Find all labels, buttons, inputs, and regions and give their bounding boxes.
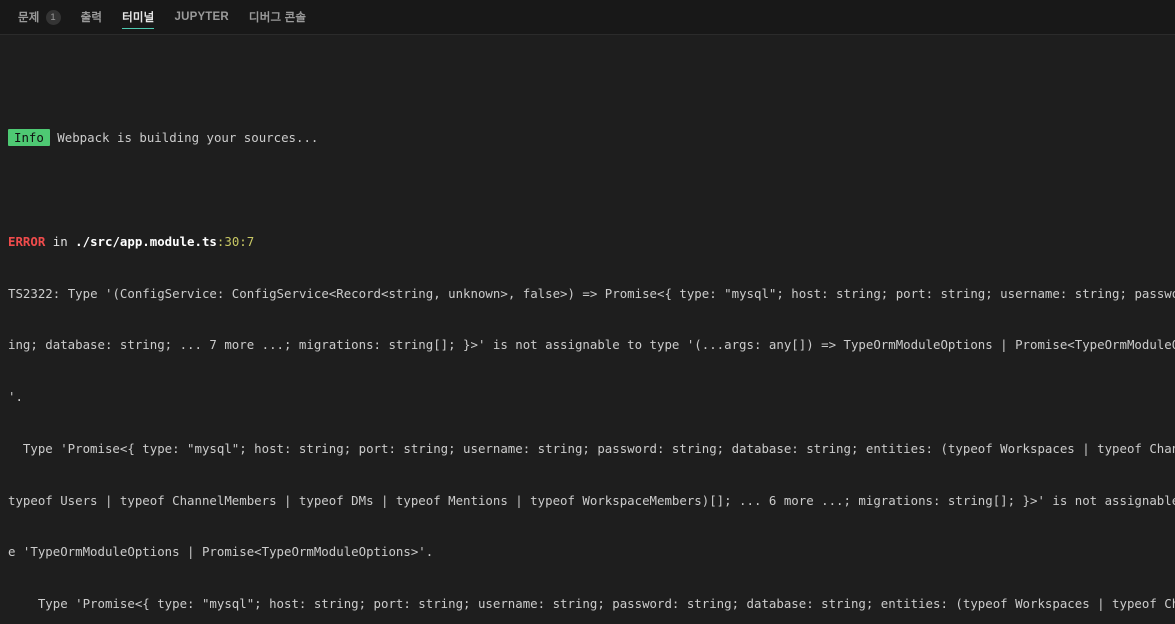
tab-output-label: 출력 bbox=[80, 12, 103, 24]
tab-jupyter-label: JUPYTER bbox=[174, 11, 229, 23]
diagnostic-text: Type '(ConfigService: ConfigService<Reco… bbox=[67, 285, 1175, 301]
tab-terminal-label: 터미널 bbox=[122, 12, 155, 24]
tab-debug-console-label: 디버그 콘솔 bbox=[248, 12, 307, 24]
active-tab-underline bbox=[122, 27, 155, 29]
nested-type-1-line-1: Type 'Promise<{ type: "mysql"; host: str… bbox=[8, 440, 1175, 456]
error-header-line: ERROR in ./src/app.module.ts:30:7 bbox=[8, 233, 1175, 250]
nested-type-2-line-1: Type 'Promise<{ type: "mysql"; host: str… bbox=[8, 596, 1175, 611]
info-line: Info Webpack is building your sources... bbox=[8, 129, 1175, 147]
info-text: Webpack is building your sources... bbox=[49, 130, 319, 146]
tab-jupyter[interactable]: JUPYTER bbox=[164, 0, 238, 34]
tab-output[interactable]: 출력 bbox=[71, 0, 113, 34]
diagnostic-line-3: '. bbox=[8, 389, 23, 404]
tab-debug-console[interactable]: 디버그 콘솔 bbox=[239, 0, 316, 34]
tab-problems-label: 문제 bbox=[18, 12, 40, 24]
diagnostic-line-1: TS2322: Type '(ConfigService: ConfigServ… bbox=[8, 285, 1175, 302]
nested-type-1-line-3: e 'TypeOrmModuleOptions | Promise<TypeOr… bbox=[8, 544, 434, 560]
nested-type-1-line-2: typeof Users | typeof ChannelMembers | t… bbox=[8, 492, 1175, 508]
problems-count-badge: 1 bbox=[45, 9, 61, 25]
tab-problems[interactable]: 문제 1 bbox=[8, 0, 71, 34]
error-file-path[interactable]: ./src/app.module.ts bbox=[75, 234, 217, 249]
info-badge: Info bbox=[8, 129, 50, 147]
diagnostic-line-2: ing; database: string; ... 7 more ...; m… bbox=[8, 337, 1175, 353]
diagnostic-code: TS2322: bbox=[8, 285, 68, 301]
tab-terminal[interactable]: 터미널 bbox=[112, 0, 164, 34]
error-in-word: in bbox=[45, 233, 76, 249]
panel-tab-bar: 문제 1 출력 터미널 JUPYTER 디버그 콘솔 bbox=[0, 0, 1175, 35]
error-keyword: ERROR bbox=[8, 233, 46, 249]
error-position: :30:7 bbox=[216, 233, 255, 249]
terminal-output[interactable]: Info Webpack is building your sources...… bbox=[0, 35, 1175, 624]
